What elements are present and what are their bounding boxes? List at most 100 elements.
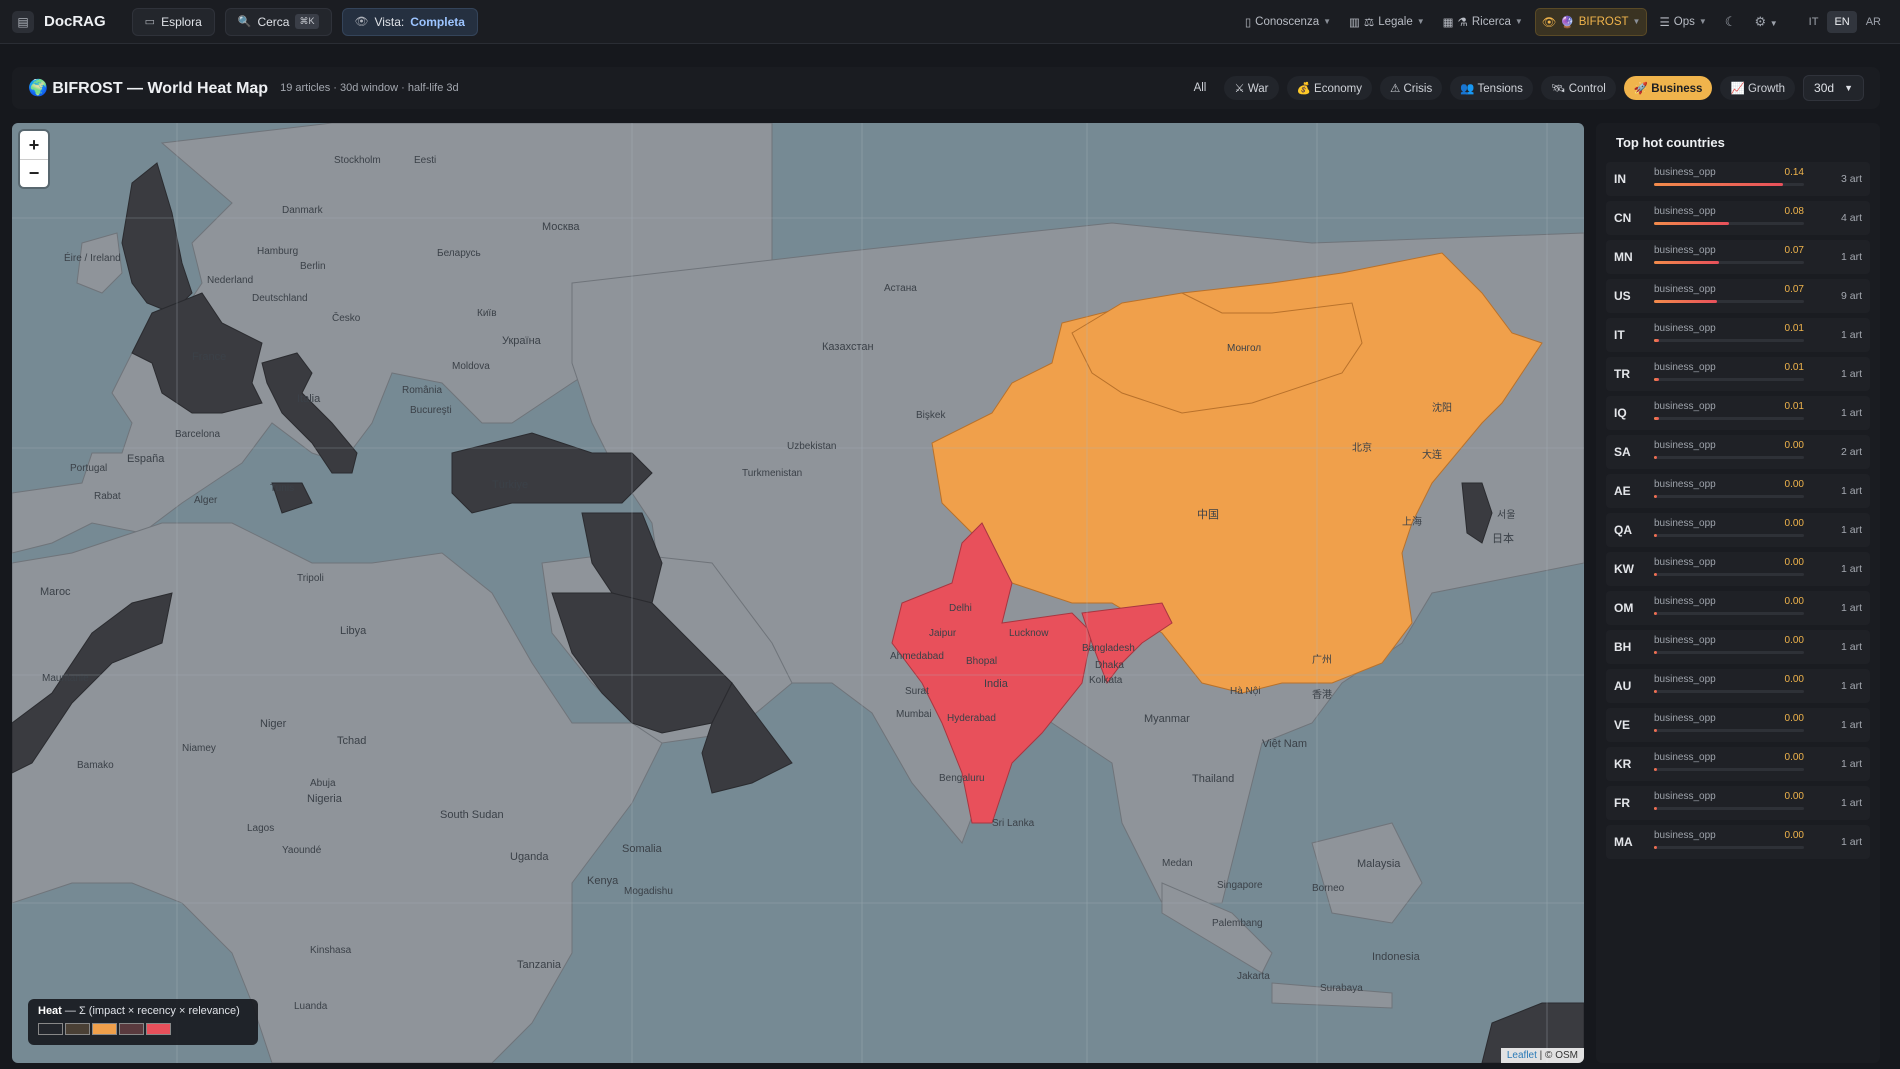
- article-count: 1 art: [1840, 680, 1862, 692]
- country-heat: business_opp 0.01: [1654, 320, 1804, 350]
- filter-all[interactable]: All: [1184, 76, 1217, 100]
- country-code: OM: [1614, 601, 1634, 615]
- filter-business[interactable]: 🚀 Business: [1623, 76, 1713, 100]
- country-row[interactable]: IQ business_opp 0.01 1 art: [1606, 396, 1870, 430]
- country-score: 0.01: [1784, 323, 1804, 334]
- country-row[interactable]: MN business_opp 0.07 1 art: [1606, 240, 1870, 274]
- filter-economy[interactable]: 💰 Economy: [1286, 76, 1372, 100]
- country-row[interactable]: CN business_opp 0.08 4 art: [1606, 201, 1870, 235]
- legend-title: Heat — Σ (impact × recency × relevance): [38, 1005, 248, 1017]
- flask-icon: ⚗: [1457, 16, 1468, 29]
- country-heat: business_opp 0.01: [1654, 398, 1804, 428]
- heat-bar: [1654, 534, 1804, 537]
- zoom-in-button[interactable]: +: [20, 131, 48, 159]
- settings-icon[interactable]: ⚙ ▼: [1748, 14, 1783, 30]
- map-label: Medan: [1162, 858, 1193, 869]
- map-label: Moldova: [452, 361, 490, 372]
- time-range-select[interactable]: 30d ▼: [1803, 75, 1864, 101]
- map-label: 日本: [1492, 533, 1514, 545]
- heat-bar-fill: [1654, 378, 1659, 381]
- country-heat: business_opp 0.00: [1654, 671, 1804, 701]
- leaflet-link[interactable]: Leaflet: [1507, 1050, 1537, 1061]
- filter-growth[interactable]: 📈 Growth: [1720, 76, 1796, 100]
- article-count: 1 art: [1840, 485, 1862, 497]
- map-label: France: [192, 351, 227, 363]
- country-row[interactable]: AE business_opp 0.00 1 art: [1606, 474, 1870, 508]
- country-code: FR: [1614, 796, 1630, 810]
- moon-icon[interactable]: ☾: [1719, 14, 1743, 30]
- country-row[interactable]: US business_opp 0.07 9 art: [1606, 279, 1870, 313]
- country-score: 0.07: [1784, 284, 1804, 295]
- country-row[interactable]: KR business_opp 0.00 1 art: [1606, 747, 1870, 781]
- country-row[interactable]: KW business_opp 0.00 1 art: [1606, 552, 1870, 586]
- country-row[interactable]: VE business_opp 0.00 1 art: [1606, 708, 1870, 742]
- view-mode-button[interactable]: 👁 Vista: Completa: [341, 7, 478, 36]
- filter-crisis[interactable]: ⚠ Crisis: [1379, 76, 1443, 100]
- country-code: US: [1614, 289, 1631, 303]
- map-label: 香港: [1312, 690, 1332, 701]
- country-row[interactable]: TR business_opp 0.01 1 art: [1606, 357, 1870, 391]
- heat-bar-fill: [1654, 612, 1657, 615]
- country-row[interactable]: FR business_opp 0.00 1 art: [1606, 786, 1870, 820]
- lang-it[interactable]: IT: [1802, 11, 1826, 33]
- map-label: Tunis: [270, 483, 295, 494]
- country-code: MA: [1614, 835, 1633, 849]
- country-row[interactable]: MA business_opp 0.00 1 art: [1606, 825, 1870, 859]
- country-row[interactable]: AU business_opp 0.00 1 art: [1606, 669, 1870, 703]
- heat-bar: [1654, 417, 1804, 420]
- menu-bifrost-label: BIFROST: [1578, 15, 1629, 28]
- view-prefix: Vista:: [374, 14, 405, 29]
- country-score: 0.00: [1784, 635, 1804, 646]
- article-count: 2 art: [1840, 446, 1862, 458]
- map-label: 北京: [1352, 443, 1372, 454]
- lang-ar[interactable]: AR: [1859, 11, 1888, 33]
- map-label: Uganda: [510, 851, 549, 863]
- zoom-out-button[interactable]: −: [20, 159, 48, 187]
- heat-bar-fill: [1654, 729, 1657, 732]
- country-row[interactable]: SA business_opp 0.00 2 art: [1606, 435, 1870, 469]
- filter-control[interactable]: 🛰 Control: [1540, 76, 1616, 100]
- map-label: Kinshasa: [310, 945, 352, 956]
- map-label: Portugal: [70, 463, 108, 474]
- explore-label: Esplora: [161, 14, 202, 29]
- country-score: 0.00: [1784, 791, 1804, 802]
- filter-war[interactable]: ⚔ War: [1224, 76, 1279, 100]
- country-code: AE: [1614, 484, 1631, 498]
- heat-bar-fill: [1654, 573, 1657, 576]
- country-heat: business_opp 0.00: [1654, 554, 1804, 584]
- country-row[interactable]: IN business_opp 0.14 3 art: [1606, 162, 1870, 196]
- explore-button[interactable]: ▭ Esplora: [131, 7, 215, 36]
- heat-bar: [1654, 690, 1804, 693]
- menu-research[interactable]: ▦ ⚗ Ricerca ▼: [1437, 8, 1529, 36]
- country-code: IN: [1614, 172, 1626, 186]
- country-heat: business_opp 0.00: [1654, 710, 1804, 740]
- heat-bar: [1654, 300, 1804, 303]
- search-button[interactable]: 🔍 Cerca ⌘K: [224, 7, 332, 36]
- country-code: KW: [1614, 562, 1634, 576]
- map-label: Berlin: [300, 261, 326, 272]
- country-row[interactable]: IT business_opp 0.01 1 art: [1606, 318, 1870, 352]
- menu-ops[interactable]: ☰ Ops ▼: [1653, 8, 1712, 36]
- legend-swatch: [146, 1023, 171, 1035]
- map-label: Luanda: [294, 1001, 328, 1012]
- country-row[interactable]: QA business_opp 0.00 1 art: [1606, 513, 1870, 547]
- map-label: Uzbekistan: [787, 441, 837, 452]
- country-code: CN: [1614, 211, 1632, 225]
- map-label: Tripoli: [297, 573, 324, 584]
- world-heat-map[interactable]: Stockholm Eesti Danmark Москва Hamburg B…: [12, 123, 1584, 1063]
- map-label: Surabaya: [1320, 983, 1363, 994]
- country-row[interactable]: OM business_opp 0.00 1 art: [1606, 591, 1870, 625]
- menu-knowledge[interactable]: ▯ Conoscenza ▼: [1239, 8, 1337, 36]
- lang-en[interactable]: EN: [1827, 10, 1857, 33]
- brand[interactable]: ▤ DocRAG: [12, 10, 106, 33]
- menu-legal[interactable]: ▥ ⚖ Legale ▼: [1343, 8, 1431, 36]
- map-label: Україна: [502, 335, 541, 347]
- menu-bifrost[interactable]: 👁 🔮 BIFROST ▼: [1534, 7, 1648, 36]
- country-category: business_opp: [1654, 206, 1716, 217]
- filter-tensions[interactable]: 👥 Tensions: [1450, 76, 1533, 100]
- country-category: business_opp: [1654, 245, 1716, 256]
- map-label: Казахстан: [822, 341, 874, 353]
- country-category: business_opp: [1654, 401, 1716, 412]
- country-heat: business_opp 0.01: [1654, 359, 1804, 389]
- country-row[interactable]: BH business_opp 0.00 1 art: [1606, 630, 1870, 664]
